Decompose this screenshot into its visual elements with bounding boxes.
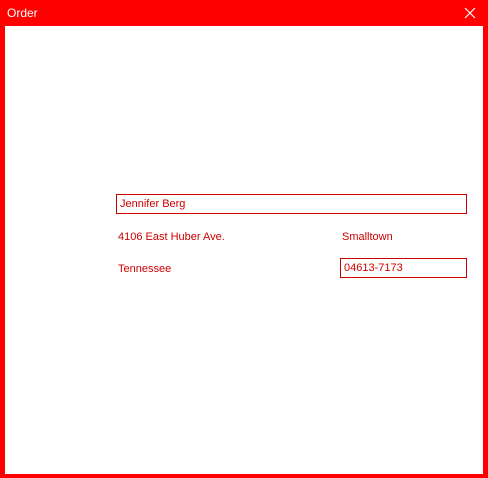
border-accent xyxy=(0,30,4,38)
order-window: Order Jennifer Berg 4106 East Huber Ave.… xyxy=(0,0,488,478)
border-accent xyxy=(484,434,488,478)
border-accent xyxy=(484,380,488,394)
border-accent xyxy=(0,380,4,394)
form-area: Jennifer Berg 4106 East Huber Ave. Small… xyxy=(4,26,483,474)
close-icon xyxy=(464,7,476,19)
window-title: Order xyxy=(7,6,38,20)
close-button[interactable] xyxy=(452,0,488,26)
street-text: 4106 East Huber Ave. xyxy=(118,231,225,243)
name-field[interactable]: Jennifer Berg xyxy=(116,194,467,214)
zip-value: 04613-7173 xyxy=(344,262,403,274)
name-value: Jennifer Berg xyxy=(120,198,186,210)
state-text: Tennessee xyxy=(118,263,172,275)
title-bar[interactable]: Order xyxy=(0,0,488,26)
border-accent xyxy=(484,30,488,38)
city-text: Smalltown xyxy=(342,231,393,243)
zip-field[interactable]: 04613-7173 xyxy=(340,258,467,278)
border-accent xyxy=(0,434,4,478)
